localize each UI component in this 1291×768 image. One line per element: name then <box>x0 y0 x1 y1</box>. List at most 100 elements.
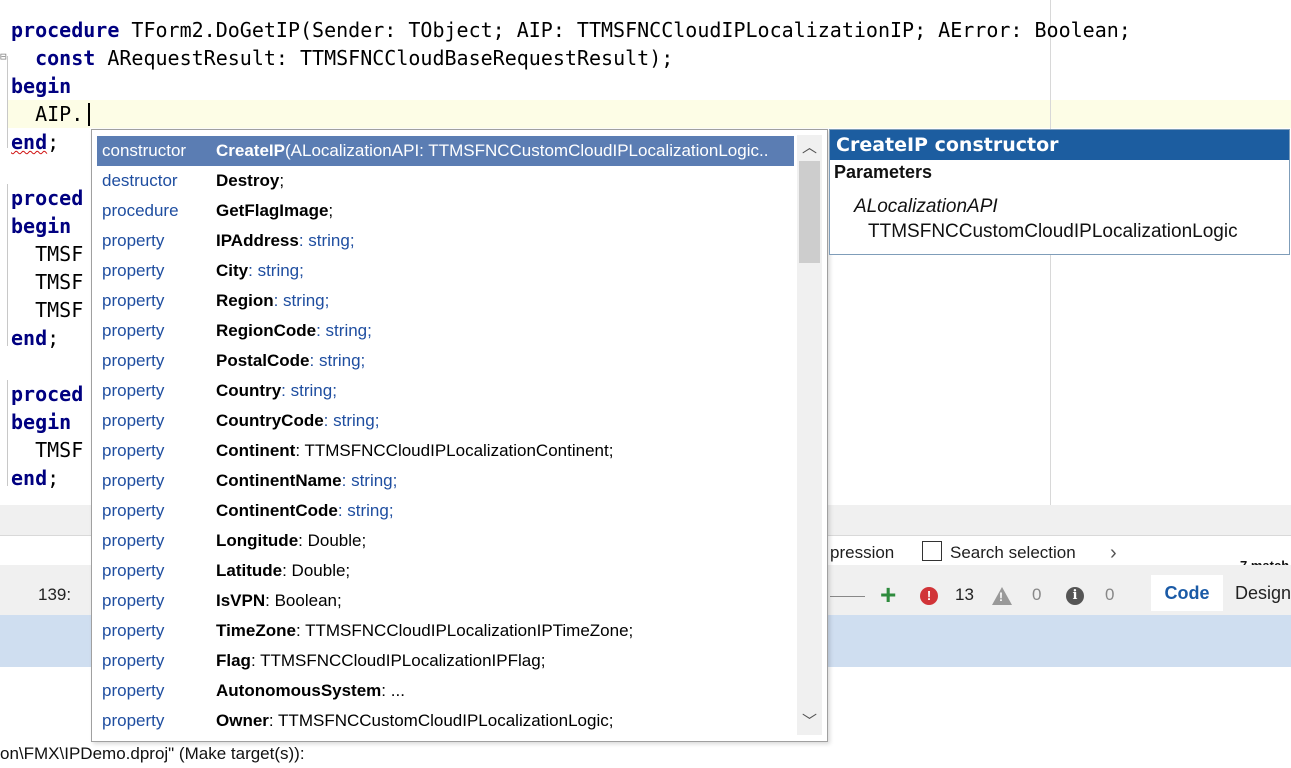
tab-design[interactable]: Design <box>1235 575 1291 611</box>
completion-item[interactable]: property Longitude: Double; <box>97 526 794 556</box>
completion-item-kind: property <box>102 261 165 280</box>
add-icon[interactable]: + <box>880 580 896 610</box>
completion-item[interactable]: property ContinentCode: string; <box>97 496 794 526</box>
completion-item-kind: property <box>102 591 165 610</box>
completion-item-type: : string; <box>337 501 394 520</box>
code-line[interactable]: TMSF <box>11 240 83 268</box>
completion-item-signature: AutonomousSystem: ... <box>216 676 405 706</box>
hint-title: CreateIP constructor <box>830 130 1289 160</box>
code-line[interactable]: AIP. <box>11 100 83 128</box>
completion-item[interactable]: property City: string; <box>97 256 794 286</box>
code-text: TMSF <box>11 298 84 322</box>
completion-item[interactable]: property Continent: TTMSFNCCloudIPLocaliz… <box>97 436 794 466</box>
code-line[interactable]: end; <box>11 324 59 352</box>
warning-icon[interactable]: ! <box>992 587 1012 605</box>
completion-item-type: ; <box>328 201 334 220</box>
code-text: ; <box>47 466 60 490</box>
completion-item-signature: GetFlagImage; <box>216 196 333 226</box>
code-line[interactable]: begin <box>11 72 71 100</box>
code-keyword: begin <box>11 410 72 434</box>
code-line[interactable]: TMSF <box>11 296 83 324</box>
code-line[interactable]: proced <box>11 380 83 408</box>
code-text: AIP. <box>11 102 84 126</box>
code-keyword: begin <box>11 74 72 98</box>
completion-scrollbar[interactable]: ︿ ﹀ <box>797 135 822 735</box>
fold-line <box>7 184 8 346</box>
completion-item[interactable]: constructor CreateIP(ALocalizationAPI: TT… <box>97 136 794 166</box>
code-keyword: procedure <box>11 18 120 42</box>
completion-item[interactable]: property RegionCode: string; <box>97 316 794 346</box>
completion-item-kind: property <box>102 351 165 370</box>
completion-item-signature: PostalCode: string; <box>216 346 365 376</box>
completion-item-type: : Double; <box>282 561 351 580</box>
completion-item-type: : string; <box>309 351 366 370</box>
completion-item[interactable]: property Owner: TTMSFNCCustomCloudIPLocal… <box>97 706 794 736</box>
code-text: ARequestResult: TTMSFNCCloudBaseRequestR… <box>95 46 674 70</box>
completion-item-signature: RegionCode: string; <box>216 316 372 346</box>
completion-item-type: ; <box>279 171 285 190</box>
completion-item[interactable]: destructor Destroy; <box>97 166 794 196</box>
completion-item-name: TimeZone <box>216 621 296 640</box>
search-selection-label[interactable]: Search selection <box>950 540 1076 566</box>
code-line[interactable]: begin <box>11 212 71 240</box>
scrollbar-thumb[interactable] <box>799 161 820 263</box>
code-completion-popup[interactable]: constructor CreateIP(ALocalizationAPI: TT… <box>91 129 828 742</box>
chevron-down-icon[interactable]: ﹀ <box>797 711 822 733</box>
completion-item-kind: property <box>102 291 165 310</box>
completion-item-name: AutonomousSystem <box>216 681 382 700</box>
code-line[interactable]: const ARequestResult: TTMSFNCCloudBaseRe… <box>11 44 673 72</box>
completion-item[interactable]: property IPAddress: string; <box>97 226 794 256</box>
code-line[interactable]: TMSF <box>11 436 83 464</box>
build-output-line: on\FMX\IPDemo.dproj" (Make target(s)): <box>0 744 305 763</box>
tab-code[interactable]: Code <box>1151 575 1223 611</box>
completion-item[interactable]: property TimeZone: TTMSFNCCloudIPLocaliza… <box>97 616 794 646</box>
completion-item-type: : Boolean; <box>265 591 342 610</box>
completion-item-name: Continent <box>216 441 296 460</box>
completion-item-kind: property <box>102 501 165 520</box>
search-selection-checkbox[interactable] <box>922 541 942 561</box>
hint-parameter-name: ALocalizationAPI <box>854 196 998 217</box>
regular-expression-option[interactable]: pression <box>830 540 894 566</box>
error-count: 13 <box>955 585 974 604</box>
completion-item-signature: CreateIP(ALocalizationAPI: TTMSFNCCustom… <box>216 136 768 166</box>
completion-item-signature: ContinentCode: string; <box>216 496 394 526</box>
chevron-right-icon[interactable]: › <box>1110 540 1117 566</box>
completion-item[interactable]: property IsVPN: Boolean; <box>97 586 794 616</box>
hint-parameters-heading: Parameters <box>834 162 933 182</box>
fold-toggle-icon[interactable]: ⊟ <box>0 51 7 63</box>
chevron-up-icon[interactable]: ︿ <box>797 137 822 159</box>
line-number: 139: <box>38 585 72 604</box>
code-line[interactable]: proced <box>11 184 83 212</box>
completion-item-name: ContinentCode <box>216 501 338 520</box>
completion-item[interactable]: property PostalCode: string; <box>97 346 794 376</box>
completion-item-name: RegionCode <box>216 321 317 340</box>
completion-item-type: : string; <box>323 411 380 430</box>
completion-item-kind: property <box>102 651 165 670</box>
code-keyword: end <box>11 326 48 350</box>
completion-item[interactable]: property Country: string; <box>97 376 794 406</box>
error-icon[interactable]: ! <box>920 587 938 605</box>
code-text: ; <box>47 326 60 350</box>
code-line[interactable]: end; <box>11 464 59 492</box>
completion-item[interactable]: property AutonomousSystem: ... <box>97 676 794 706</box>
completion-item-name: IsVPN <box>216 591 266 610</box>
completion-item[interactable]: property ContinentName: string; <box>97 466 794 496</box>
completion-item[interactable]: property Latitude: Double; <box>97 556 794 586</box>
completion-item-type: : string; <box>248 261 304 280</box>
code-line[interactable]: end; <box>11 128 59 156</box>
code-line[interactable]: begin <box>11 408 71 436</box>
completion-item-signature: Flag: TTMSFNCCloudIPLocalizationIPFlag; <box>216 646 545 676</box>
completion-item[interactable]: property Flag: TTMSFNCCloudIPLocalization… <box>97 646 794 676</box>
completion-item[interactable]: property Region: string; <box>97 286 794 316</box>
completion-item-kind: property <box>102 711 165 730</box>
fold-line <box>7 380 8 486</box>
completion-item[interactable]: procedure GetFlagImage; <box>97 196 794 226</box>
text-caret <box>88 103 90 126</box>
completion-item[interactable]: property CountryCode: string; <box>97 406 794 436</box>
info-icon[interactable]: i <box>1066 587 1084 605</box>
code-line[interactable]: procedure TForm2.DoGetIP(Sender: TObject… <box>11 16 1131 44</box>
completion-item-type: : ... <box>381 681 405 700</box>
completion-item-kind: property <box>102 441 165 460</box>
status-separator <box>830 596 865 597</box>
completion-item-kind: property <box>102 621 165 640</box>
